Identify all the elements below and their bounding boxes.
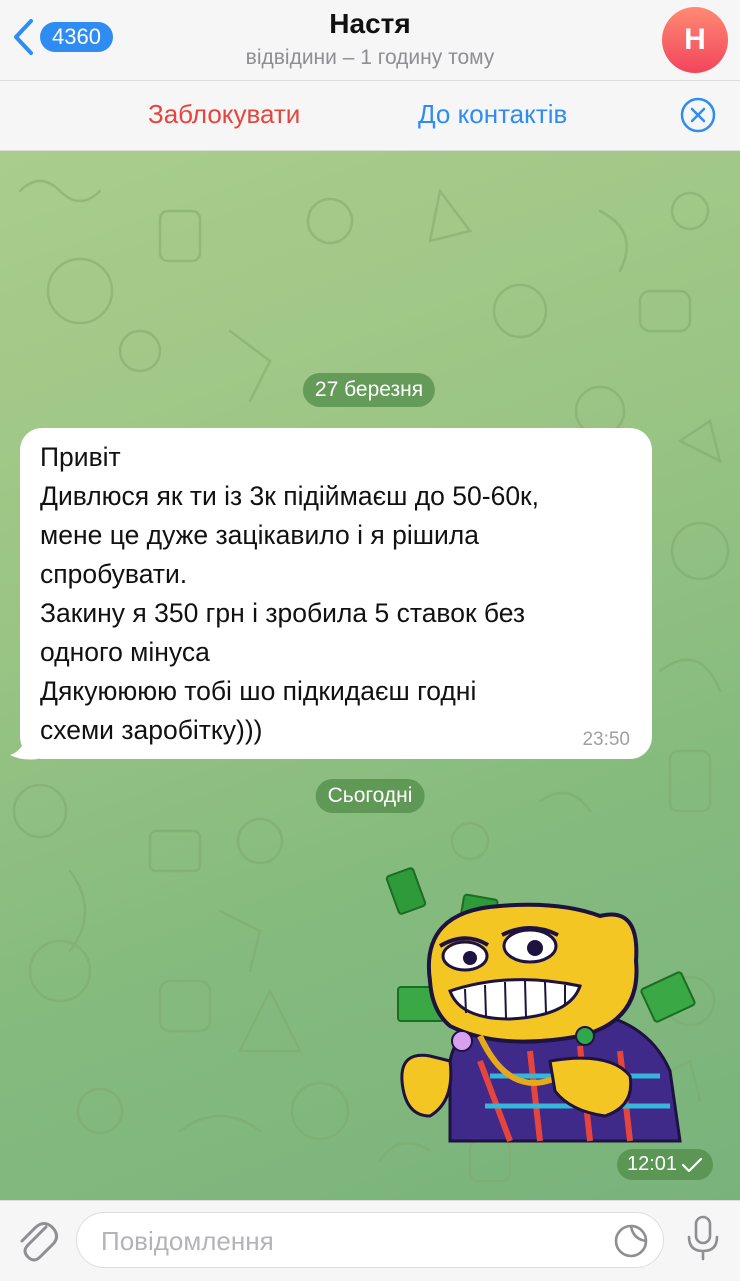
message-line: Дякуюююю тобі шо підкидаєш годні [40, 676, 477, 706]
close-icon [680, 97, 716, 133]
message-line: спробувати. [40, 559, 188, 589]
paperclip-icon [20, 1222, 59, 1262]
avatar-letter: Н [684, 23, 706, 56]
message-field-wrap [76, 1212, 664, 1269]
money-emoji-sticker-icon[interactable] [380, 861, 700, 1151]
action-bar: Заблокувати До контактів [0, 81, 740, 151]
sticker-time-badge: 12:01 [617, 1149, 714, 1180]
date-divider: Сьогодні [315, 779, 425, 813]
message-time: 23:50 [582, 729, 630, 750]
message-input[interactable] [99, 1213, 603, 1269]
microphone-icon [687, 1215, 719, 1261]
message-line: Дивлюся як ти із 3к підіймаєш до 50-60к, [40, 481, 540, 511]
message-line: схеми заробітку))) [40, 715, 263, 745]
message-line: Закину я 350 грн і зробила 5 ставок без [40, 598, 526, 628]
message-line: мене це дуже зацікавило і я рішила [40, 520, 479, 550]
message-input-bar [0, 1200, 740, 1281]
message-line: Привіт [40, 442, 121, 472]
avatar[interactable]: Н [662, 7, 728, 73]
sticker-time: 12:01 [627, 1153, 678, 1175]
attach-button[interactable] [16, 1217, 60, 1268]
sticker-button[interactable] [613, 1223, 649, 1264]
add-to-contacts-button[interactable]: До контактів [418, 99, 567, 130]
read-check-icon [681, 1157, 703, 1172]
chat-area[interactable]: 27 березня Привіт Дивлюся як ти із 3к пі… [0, 151, 740, 1200]
close-action-bar-button[interactable] [680, 97, 716, 138]
chat-header: 4360 Настя відвідини – 1 годину тому Н [0, 0, 740, 81]
last-seen-status: відвідини – 1 годину тому [245, 46, 495, 69]
block-button[interactable]: Заблокувати [148, 99, 300, 130]
chat-title[interactable]: Настя [0, 8, 740, 40]
incoming-message[interactable]: Привіт Дивлюся як ти із 3к підіймаєш до … [20, 428, 652, 759]
sticker-icon [614, 1224, 648, 1258]
date-divider: 27 березня [302, 373, 436, 407]
message-line: одного мінуса [40, 637, 210, 667]
voice-message-button[interactable] [686, 1215, 720, 1266]
